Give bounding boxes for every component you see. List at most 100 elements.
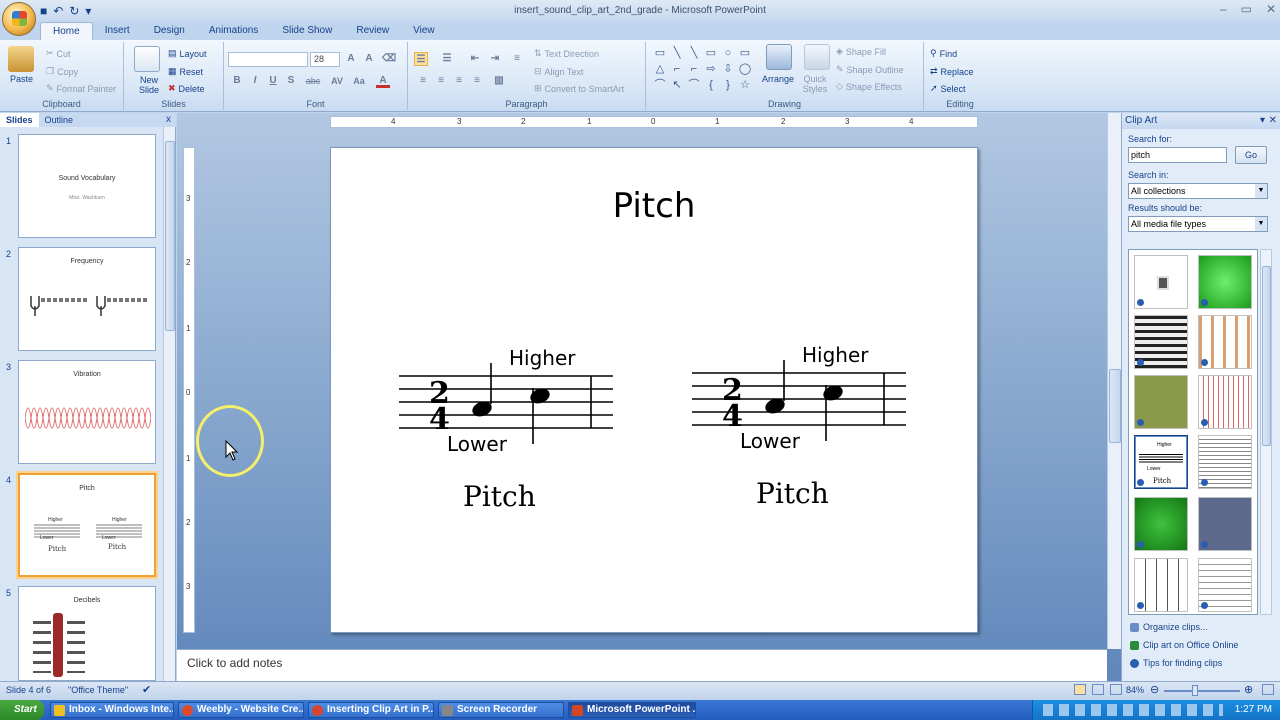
search-in-select[interactable]: All collections ▼	[1128, 183, 1268, 199]
close-button[interactable]: ✕	[1266, 2, 1276, 16]
slide-thumbnail-1[interactable]: Sound Vocabulary Miss. Washburn	[18, 134, 156, 238]
clip-result[interactable]	[1134, 558, 1188, 612]
clip-result[interactable]	[1134, 497, 1188, 551]
change-case-button[interactable]: Aa	[350, 74, 368, 88]
shape-outline-button[interactable]: ✎ Shape Outline	[836, 64, 904, 75]
arrange-icon[interactable]	[766, 44, 792, 70]
cut-button[interactable]: ✂ Cut	[46, 48, 71, 59]
strikethrough-button[interactable]: abc	[302, 74, 324, 88]
slide-sorter-icon[interactable]	[1092, 684, 1104, 695]
normal-view-icon[interactable]	[1074, 684, 1086, 695]
shape-item[interactable]: ○	[720, 46, 736, 61]
quick-styles-button[interactable]: Quick Styles	[800, 74, 830, 94]
bold-button[interactable]: B	[230, 74, 244, 88]
slide-thumbnail-3[interactable]: Vibration	[18, 360, 156, 464]
slide-thumbnail-row[interactable]: 1 Sound Vocabulary Miss. Washburn	[0, 134, 176, 242]
slide-thumbnail-row[interactable]: 2 Frequency	[0, 247, 176, 355]
slide-scrollbar[interactable]	[1107, 113, 1121, 649]
shape-item[interactable]: ⇩	[720, 62, 736, 77]
close-pane-button[interactable]: x	[166, 113, 171, 127]
copy-button[interactable]: ❐ Copy	[46, 66, 78, 77]
clip-result[interactable]	[1198, 435, 1252, 489]
convert-smartart-button[interactable]: ⊞ Convert to SmartArt	[534, 83, 624, 94]
delete-button[interactable]: ✖ Delete	[168, 83, 205, 94]
char-spacing-button[interactable]: AV	[328, 74, 346, 88]
zoom-in-icon[interactable]: ⊕	[1244, 683, 1253, 696]
shape-item[interactable]: ◯	[737, 62, 753, 77]
reset-button[interactable]: ▦ Reset	[168, 66, 203, 77]
align-right-button[interactable]: ≡	[452, 74, 466, 88]
slide-thumbnail-row[interactable]: 5 Decibels	[0, 586, 176, 694]
line-spacing-button[interactable]: ≡	[510, 52, 524, 66]
zoom-level[interactable]: 84%	[1126, 685, 1144, 695]
shape-fill-button[interactable]: ◈ Shape Fill	[836, 46, 886, 57]
tab-slides[interactable]: Slides	[0, 113, 39, 127]
shape-effects-button[interactable]: ◇ Shape Effects	[836, 81, 902, 92]
tab-animations[interactable]: Animations	[197, 22, 270, 40]
shape-item[interactable]: {	[703, 78, 719, 93]
clear-format-button[interactable]: ⌫	[382, 52, 396, 66]
slide-show-icon[interactable]	[1110, 684, 1122, 695]
slide-thumbnail-row[interactable]: 3 Vibration	[0, 360, 176, 468]
shape-item[interactable]: ↖	[669, 78, 685, 93]
zoom-out-icon[interactable]: ⊖	[1150, 683, 1159, 696]
task-screen-recorder[interactable]: Screen Recorder	[438, 702, 564, 718]
decrease-indent-button[interactable]: ⇤	[468, 52, 482, 66]
replace-button[interactable]: ⇄ Replace	[930, 66, 974, 77]
tab-design[interactable]: Design	[142, 22, 197, 40]
align-left-button[interactable]: ≡	[416, 74, 430, 88]
office-button[interactable]	[2, 2, 36, 36]
minimize-button[interactable]: –	[1220, 2, 1227, 16]
columns-button[interactable]: ▥	[492, 74, 506, 88]
shape-item[interactable]: ▭	[652, 46, 668, 61]
shape-item[interactable]: ⌒	[686, 78, 702, 93]
shape-item[interactable]: ▭	[703, 46, 719, 61]
font-color-button[interactable]: A	[376, 74, 390, 88]
tab-outline[interactable]: Outline	[39, 113, 80, 127]
shapes-gallery[interactable]: ▭ ╲ ╲ ▭ ○ ▭ △ ⌐ ⌐ ⇨ ⇩ ◯ ⌒ ↖ ⌒ { } ☆	[652, 46, 756, 92]
clip-results-scrollbar[interactable]	[1260, 249, 1272, 615]
font-size-box[interactable]: 28	[310, 52, 340, 67]
shape-item[interactable]: ▭	[737, 46, 753, 61]
task-inbox[interactable]: Inbox - Windows Inte...	[50, 702, 174, 718]
bullets-button[interactable]: ☰	[414, 52, 428, 66]
scrollbar-thumb[interactable]	[165, 141, 175, 331]
new-slide-button[interactable]: New Slide	[132, 75, 166, 95]
go-button[interactable]: Go	[1235, 146, 1267, 164]
clip-result[interactable]	[1198, 497, 1252, 551]
task-weebly[interactable]: Weebly - Website Cre...	[178, 702, 304, 718]
spellcheck-icon[interactable]: ✔	[142, 683, 151, 696]
underline-button[interactable]: U	[266, 74, 280, 88]
numbering-button[interactable]: ☰	[440, 52, 454, 66]
pane-options-icon[interactable]: ▾	[1260, 113, 1265, 129]
shrink-font-button[interactable]: A	[362, 52, 376, 66]
arrange-button[interactable]: Arrange	[762, 74, 794, 84]
slide-thumbnail-4[interactable]: Pitch Higher Higher Lower Lower Pitch Pi…	[18, 473, 156, 577]
clip-result[interactable]	[1134, 315, 1188, 369]
task-inserting-clip-art[interactable]: Inserting Clip Art in P...	[308, 702, 434, 718]
tab-review[interactable]: Review	[344, 22, 401, 40]
tab-slide-show[interactable]: Slide Show	[270, 22, 344, 40]
clip-result[interactable]	[1134, 375, 1188, 429]
clip-result[interactable]	[1134, 255, 1188, 309]
clip-result-selected[interactable]: Higher Lower Pitch	[1134, 435, 1188, 489]
shape-item[interactable]: △	[652, 62, 668, 77]
tab-insert[interactable]: Insert	[93, 22, 142, 40]
center-button[interactable]: ≡	[434, 74, 448, 88]
clip-result[interactable]	[1198, 375, 1252, 429]
shape-item[interactable]: ☆	[737, 78, 753, 93]
justify-button[interactable]: ≡	[470, 74, 484, 88]
slide-thumbnail-2[interactable]: Frequency	[18, 247, 156, 351]
notes-pane[interactable]: Click to add notes	[177, 649, 1107, 681]
shadow-button[interactable]: S	[284, 74, 298, 88]
clip-result[interactable]	[1198, 255, 1252, 309]
slide-canvas[interactable]: Pitch 2 4 Higher Lower Pitch 2 4 Higher …	[330, 147, 978, 633]
organize-clips-link[interactable]: Organize clips...	[1130, 622, 1208, 632]
start-button[interactable]: Start	[0, 700, 44, 720]
italic-button[interactable]: I	[248, 74, 262, 88]
tips-link[interactable]: Tips for finding clips	[1130, 658, 1222, 668]
results-type-select[interactable]: All media file types ▼	[1128, 216, 1268, 232]
select-button[interactable]: ➚ Select	[930, 83, 966, 94]
slide-thumbnail-5[interactable]: Decibels	[18, 586, 156, 681]
shape-item[interactable]: ⇨	[703, 62, 719, 77]
